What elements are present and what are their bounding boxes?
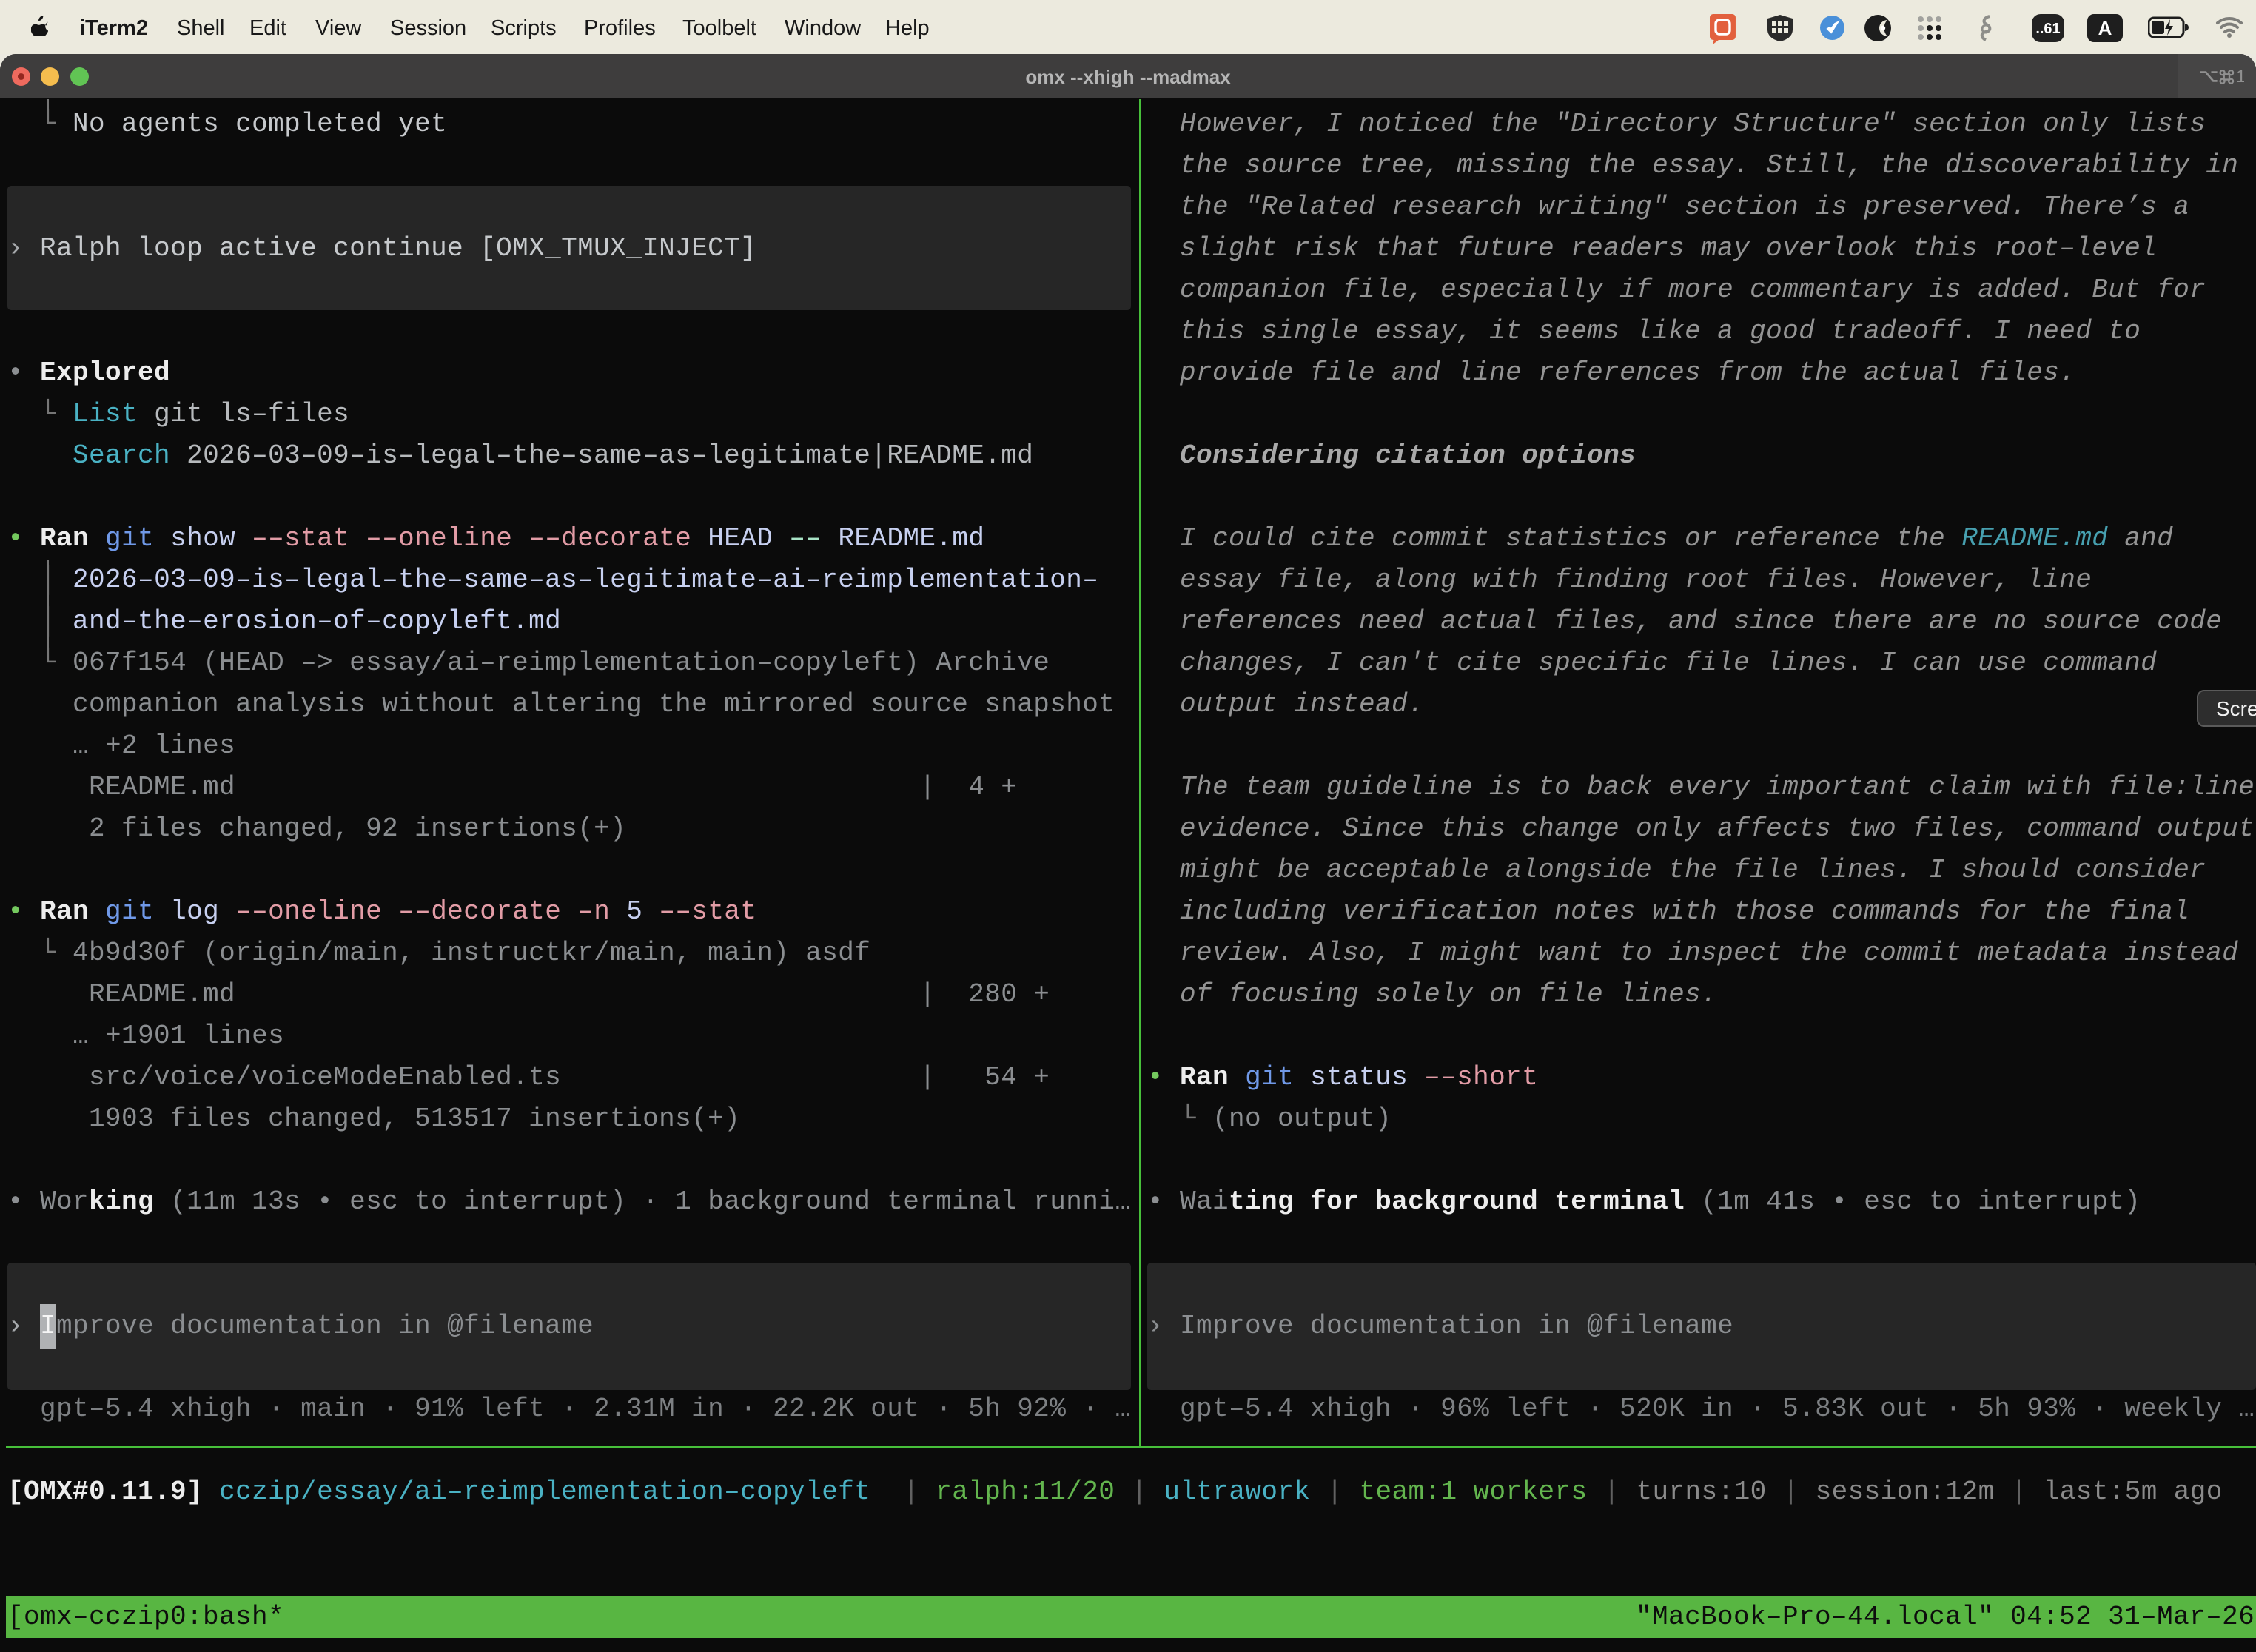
svg-text:1: 1 — [2236, 67, 2244, 86]
